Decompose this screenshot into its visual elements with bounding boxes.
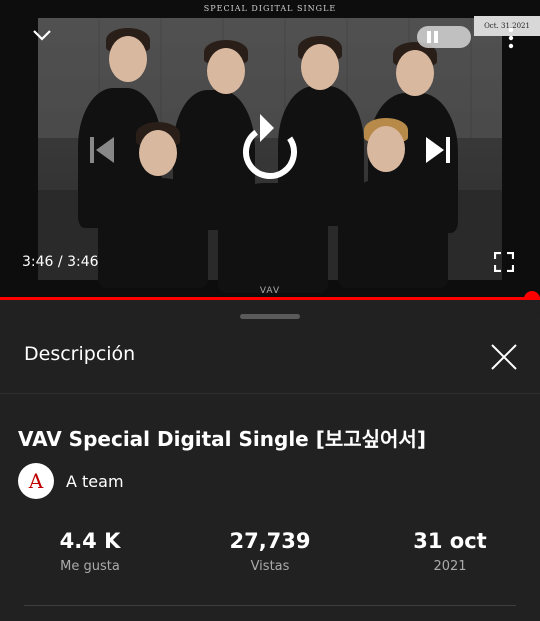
stats-row: 4.4 K Me gusta 27,739 Vistas 31 oct 2021 bbox=[0, 529, 540, 574]
previous-icon bbox=[90, 137, 114, 163]
progress-bar[interactable] bbox=[0, 297, 540, 300]
banner-text: SPECIAL DIGITAL SINGLE bbox=[203, 4, 337, 13]
time-current: 3:46 bbox=[22, 254, 54, 270]
time-readout: 3:46 / 3:46 bbox=[22, 254, 99, 270]
close-icon[interactable] bbox=[488, 341, 520, 373]
next-icon[interactable] bbox=[424, 135, 452, 165]
collapse-chevron-icon[interactable] bbox=[32, 28, 52, 42]
channel-avatar[interactable]: A bbox=[18, 463, 54, 499]
divider bbox=[0, 393, 540, 394]
video-title: VAV Special Digital Single [보고싶어서] bbox=[18, 427, 426, 451]
description-header: Descripción bbox=[24, 343, 136, 365]
more-options-icon[interactable] bbox=[506, 27, 516, 49]
year-label: 2021 bbox=[433, 559, 467, 574]
likes-label: Me gusta bbox=[60, 559, 120, 574]
replay-icon[interactable] bbox=[238, 110, 302, 184]
date-value: 31 oct bbox=[413, 529, 487, 553]
video-player[interactable]: SPECIAL DIGITAL SINGLE Oct. 31.2021 3:46… bbox=[0, 0, 540, 300]
views-label: Vistas bbox=[250, 559, 290, 574]
watermark: VAV bbox=[259, 286, 281, 296]
views-stat: 27,739 Vistas bbox=[180, 529, 360, 574]
drag-handle[interactable] bbox=[240, 314, 300, 319]
autoplay-toggle[interactable] bbox=[417, 26, 471, 48]
views-value: 27,739 bbox=[229, 529, 311, 553]
date-stat: 31 oct 2021 bbox=[360, 529, 540, 574]
description-sheet: Descripción VAV Special Digital Single [… bbox=[0, 303, 540, 621]
time-separator: / bbox=[57, 254, 63, 270]
pause-icon bbox=[427, 31, 431, 43]
time-total: 3:46 bbox=[67, 254, 99, 270]
divider bbox=[24, 605, 516, 606]
likes-stat: 4.4 K Me gusta bbox=[0, 529, 180, 574]
likes-value: 4.4 K bbox=[59, 529, 121, 553]
fullscreen-icon[interactable] bbox=[494, 252, 514, 272]
channel-name[interactable]: A team bbox=[66, 472, 124, 491]
channel-row[interactable]: A A team bbox=[18, 463, 124, 499]
progress-scrubber[interactable] bbox=[524, 291, 540, 300]
